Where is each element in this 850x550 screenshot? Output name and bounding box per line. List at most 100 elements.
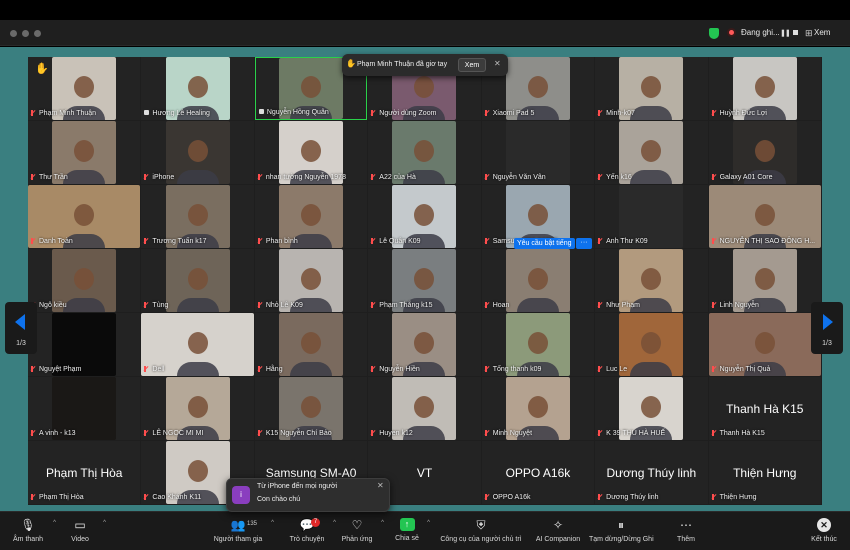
participant-tile[interactable]: Danh Toàn — [28, 185, 141, 248]
close-icon[interactable]: ✕ — [494, 59, 501, 68]
participant-head — [74, 267, 95, 290]
participant-body — [176, 170, 219, 184]
participant-tile[interactable]: LÊ NGỌC MI MI — [141, 377, 254, 440]
participant-name: Thanh Hà K15 — [711, 430, 765, 437]
participant-tile[interactable]: Lê Quân K09 — [368, 185, 481, 248]
participant-name-text: Thiện Hưng — [719, 494, 757, 501]
participant-tile[interactable]: Nguyệt Phạm — [28, 313, 141, 376]
ai-companion-button[interactable]: ✧ AI Companion — [533, 512, 583, 550]
participant-tile[interactable]: A22 của Hà — [368, 121, 481, 184]
muted-mic-icon — [598, 238, 603, 244]
participant-name-text: Minh-k07 — [606, 110, 635, 117]
participant-tile[interactable]: Galaxy A01 Core — [708, 121, 821, 184]
view-button[interactable]: Xem — [814, 28, 830, 37]
participant-tile[interactable]: Phan bình — [254, 185, 368, 248]
muted-mic-icon — [31, 238, 36, 244]
participant-tile[interactable]: Hằng — [254, 313, 368, 376]
participant-tile[interactable]: nhan tường Nguyễn 1978 — [254, 121, 368, 184]
participant-tile[interactable]: Như Phạm — [595, 249, 708, 312]
participant-tile[interactable]: Huỳnh Đức Lợi — [708, 57, 821, 120]
participant-tile[interactable]: A vinh - k13 — [28, 377, 141, 440]
participant-name: Phạm Minh Thuận — [31, 110, 96, 117]
participant-name-text: Nguyễn Hiền — [379, 366, 420, 373]
participants-button[interactable]: 👥 Người tham gia ^ — [210, 512, 274, 550]
chat-notification-popup[interactable]: i Từ iPhone đến mọi người Con chào chú ✕ — [226, 478, 390, 512]
security-shield-icon[interactable] — [709, 28, 719, 39]
participant-head — [301, 76, 322, 99]
participant-tile[interactable]: Dell — [141, 313, 254, 376]
participant-video — [505, 249, 570, 312]
minimize-window-button[interactable] — [22, 30, 29, 37]
share-screen-button[interactable]: ↑ Chia sẻ ^ — [392, 512, 430, 550]
zoom-window-button[interactable] — [34, 30, 41, 37]
participant-tile[interactable]: Trương Tuấn k17 — [141, 185, 254, 248]
chevron-up-icon[interactable]: ^ — [381, 520, 384, 526]
audio-button[interactable]: 🎙 Âm thanh ^ — [8, 512, 56, 550]
chevron-up-icon[interactable]: ^ — [103, 520, 106, 526]
participant-tile[interactable]: K 39 THU HÀ HUẾ — [595, 377, 708, 440]
previous-page-button[interactable]: 1/3 — [5, 302, 37, 354]
participant-tile[interactable]: Minh Nguyệt — [481, 377, 595, 440]
end-meeting-button[interactable]: ✕ Kết thúc — [806, 512, 842, 550]
participant-tile[interactable]: ✋ Phạm Minh Thuận — [28, 57, 141, 120]
close-window-button[interactable] — [10, 30, 17, 37]
more-button[interactable]: ⋯ Thêm — [670, 512, 702, 550]
chat-message: Con chào chú — [257, 496, 301, 503]
participant-tile[interactable]: Thư Trần — [28, 121, 141, 184]
participant-head — [754, 75, 775, 98]
participant-head — [187, 203, 208, 226]
participant-tile[interactable]: Thiện Hưng Thiện Hưng — [708, 441, 821, 504]
request-unmute-button[interactable]: Yêu cầu bật tiếng — [514, 238, 575, 249]
participant-tile[interactable]: Nguyễn Thị Quả — [708, 313, 821, 376]
participant-tile[interactable]: Nhỏ Lê K09 — [254, 249, 368, 312]
participant-tile[interactable]: Phạm Thị Hòa Phạm Thị Hòa — [28, 441, 141, 504]
participant-head — [641, 395, 662, 418]
participant-name-text: A22 của Hà — [379, 174, 416, 181]
pause-stop-recording-button[interactable]: ⏸ Tạm dừng/Dừng Ghi — [589, 512, 654, 550]
participant-tile[interactable]: Minh-k07 — [595, 57, 708, 120]
muted-mic-icon — [257, 174, 263, 180]
next-page-button[interactable]: 1/3 — [811, 302, 843, 354]
participant-tile[interactable]: Nguyễn Hiền — [368, 313, 481, 376]
more-options-icon[interactable]: ··· — [576, 238, 592, 249]
participant-tile[interactable]: Thanh Hà K15 Thanh Hà K15 — [708, 377, 821, 440]
chevron-up-icon[interactable]: ^ — [333, 520, 336, 526]
participant-tile[interactable]: K15 Nguyễn Chí Bảo — [254, 377, 368, 440]
participant-tile[interactable]: Yến k16 — [595, 121, 708, 184]
chat-button[interactable]: 💬 Trò chuyện ^ — [286, 512, 336, 550]
participant-tile[interactable]: iPhone — [141, 121, 254, 184]
chevron-left-icon — [15, 314, 25, 330]
participant-tile[interactable]: Huyen k12 — [368, 377, 481, 440]
participant-tile[interactable]: Anh Thư K09 — [595, 185, 708, 248]
participant-tile[interactable]: Nguyễn Văn Vân — [481, 121, 595, 184]
video-button[interactable]: ▭ Video ^ — [62, 512, 106, 550]
close-icon[interactable]: ✕ — [377, 481, 384, 490]
participant-tile[interactable]: Linh Nguyễn — [708, 249, 821, 312]
chevron-up-icon[interactable]: ^ — [271, 520, 274, 526]
reactions-button[interactable]: ♡ Phản ứng ^ — [338, 512, 384, 550]
recording-status[interactable]: Đang ghi... — [741, 28, 780, 37]
pause-recording-icon[interactable]: ❚❚ — [780, 29, 791, 37]
participant-tile[interactable]: Ngô kiều — [28, 249, 141, 312]
gallery-view-icon[interactable]: ⊞ — [805, 28, 813, 39]
chevron-up-icon[interactable]: ^ — [53, 520, 56, 526]
participant-tile[interactable]: Tùng — [141, 249, 254, 312]
participant-tile[interactable]: Hoan — [481, 249, 595, 312]
participant-tile[interactable]: NGUYỄN THỊ SAO ĐÔNG H... — [708, 185, 821, 248]
muted-mic-icon — [144, 174, 149, 180]
participant-tile[interactable]: Dương Thúy linh Dương Thúy linh — [595, 441, 708, 504]
stop-recording-icon[interactable] — [793, 30, 798, 35]
chevron-up-icon[interactable]: ^ — [427, 520, 430, 526]
participant-tile[interactable]: Phạm Thắng k15 — [368, 249, 481, 312]
participant-tile[interactable]: Tống thanh k09 — [481, 313, 595, 376]
host-tools-button[interactable]: ⛨ Công cụ của người chủ trì — [436, 512, 526, 550]
window-titlebar: Đang ghi... ❚❚ ⊞ Xem — [0, 20, 850, 46]
participant-name: A vinh - k13 — [31, 430, 76, 437]
participant-tile[interactable]: Hương Lê Healing — [141, 57, 254, 120]
participant-display-name: Phạm Thị Hòa — [45, 466, 123, 481]
notification-view-button[interactable]: Xem — [458, 58, 486, 72]
muted-mic-icon — [711, 174, 717, 180]
participant-tile[interactable]: OPPO A16k OPPO A16k — [481, 441, 595, 504]
participant-tile[interactable]: Luc Le — [595, 313, 708, 376]
end-label: Kết thúc — [811, 536, 837, 543]
